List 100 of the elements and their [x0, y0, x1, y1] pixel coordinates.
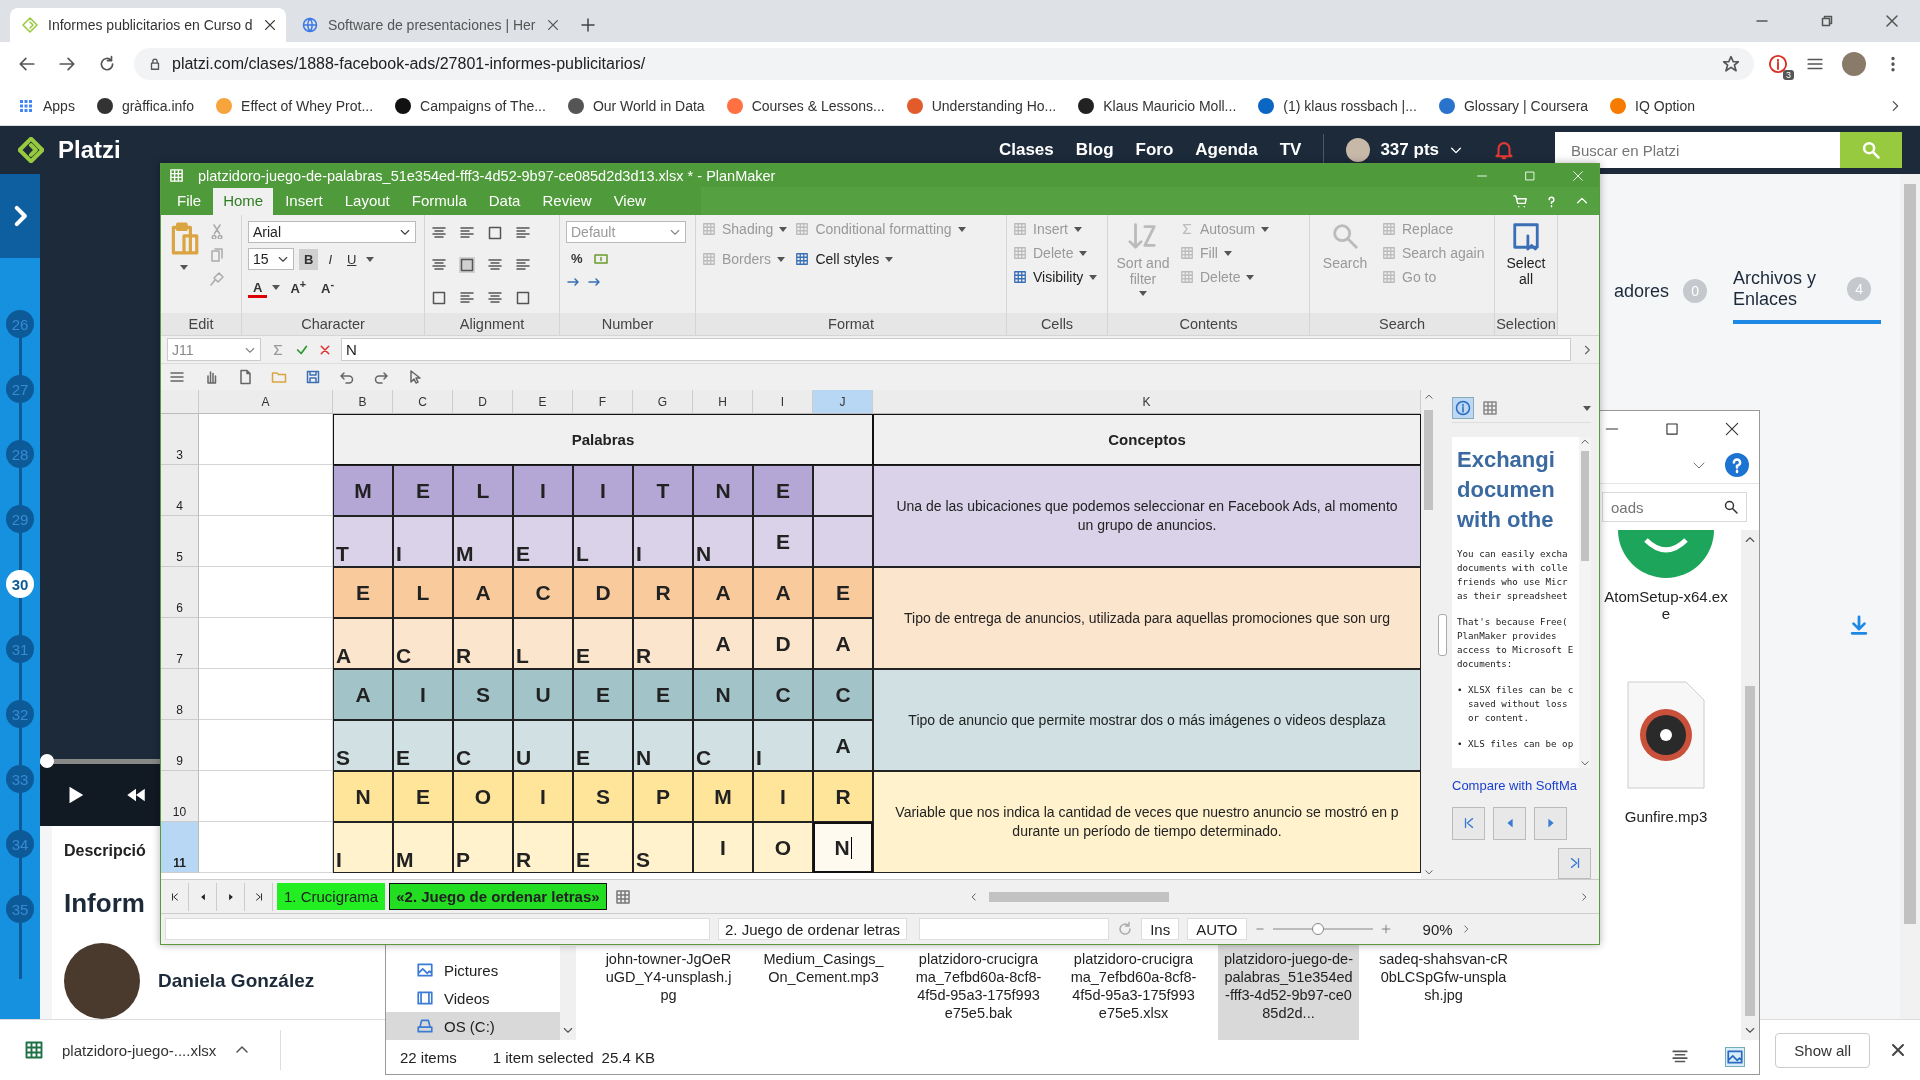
maximize-icon[interactable]	[1663, 420, 1681, 438]
cancel-icon[interactable]	[319, 343, 331, 356]
file-item[interactable]: sadeq-shahsvan-cR0bLCSpGfw-unsplash.jpg	[1373, 944, 1514, 1040]
column-header[interactable]: K	[873, 390, 1421, 414]
scroll-thumb[interactable]	[1745, 686, 1755, 1016]
align-icon[interactable]	[515, 225, 531, 241]
logo-icon[interactable]	[18, 137, 44, 163]
info-tab[interactable]	[1452, 397, 1474, 420]
column-header[interactable]: J	[813, 390, 873, 414]
row-header[interactable]: 8	[161, 669, 199, 720]
close-icon[interactable]	[545, 18, 560, 32]
doc-icon[interactable]	[237, 369, 253, 385]
function-icon[interactable]	[271, 342, 285, 357]
pointer-icon[interactable]	[407, 369, 423, 385]
splitter-handle[interactable]	[1437, 613, 1447, 656]
calc-mode[interactable]: AUTO	[1187, 918, 1247, 940]
scroll-left-icon[interactable]	[969, 891, 979, 902]
content-tab[interactable]: Archivos y Enlaces 4	[1733, 264, 1882, 324]
row-header[interactable]: 6	[161, 567, 199, 618]
formula-field[interactable]: N	[341, 338, 1571, 361]
nav-link[interactable]: TV	[1279, 140, 1302, 160]
file-item[interactable]: platzidoro-crucigrama_7efbd60a-8cf8-4f5d-95a3-175f993e75e5.bak	[908, 944, 1049, 1040]
nav-item[interactable]: OS (C:)	[386, 1012, 560, 1040]
scroll-up-icon[interactable]	[1423, 392, 1434, 402]
cart-icon[interactable]	[1513, 193, 1528, 209]
description-tab[interactable]: Descripció	[64, 842, 146, 860]
sheet-tab[interactable]: 1. Crucigrama	[277, 883, 386, 910]
file-item[interactable]: john-towner-JgOeRuGD_Y4-unsplash.jpg	[598, 944, 739, 1040]
author-name[interactable]: Daniela González	[158, 970, 315, 992]
bookmark[interactable]: IQ Option	[1610, 97, 1696, 114]
bookmark[interactable]: Apps	[18, 97, 75, 114]
logo-text[interactable]: Platzi	[58, 136, 121, 164]
nav-link[interactable]: Clases	[998, 140, 1054, 160]
progress-thumb[interactable]	[40, 754, 54, 768]
align-icon[interactable]	[459, 289, 475, 306]
menu-tab[interactable]: Home	[213, 188, 274, 215]
bookmark[interactable]: Klaus Mauricio Moll...	[1078, 97, 1237, 114]
scroll-thumb[interactable]	[1581, 451, 1589, 562]
align-icon[interactable]	[431, 289, 447, 306]
bookmark[interactable]: Understanding Ho...	[906, 97, 1057, 114]
save-icon[interactable]	[305, 369, 321, 385]
lesson-number[interactable]: 30	[6, 570, 34, 598]
compare-link[interactable]: Compare with SoftMa	[1452, 777, 1577, 793]
scroll-thumb[interactable]	[1904, 184, 1916, 924]
insert-mode[interactable]: Ins	[1141, 918, 1180, 940]
previous-button[interactable]	[1493, 806, 1526, 840]
close-icon[interactable]	[1723, 420, 1741, 438]
ribbon-button[interactable]: Visibility	[1013, 269, 1098, 285]
align-icon[interactable]	[487, 289, 503, 306]
row-header[interactable]: 3	[161, 414, 199, 465]
bookmark[interactable]: (1) klaus rossbach |...	[1258, 97, 1417, 114]
avatar[interactable]	[1842, 52, 1866, 76]
zoom-slider[interactable]	[1311, 923, 1324, 935]
nav-link[interactable]: Foro	[1135, 140, 1174, 160]
next-button[interactable]	[1534, 806, 1567, 840]
format-button[interactable]: I	[323, 248, 337, 270]
caret-icon[interactable]	[180, 265, 188, 270]
size-select[interactable]: 15	[248, 248, 294, 270]
ribbon-button[interactable]: Cell styles	[795, 251, 966, 267]
align-icon[interactable]	[487, 225, 503, 241]
close-icon[interactable]	[1884, 13, 1900, 29]
align-icon[interactable]	[515, 289, 531, 306]
nav-item[interactable]: Pictures	[386, 956, 560, 984]
download-icon[interactable]	[1848, 614, 1870, 636]
thumbnail-view-icon[interactable]	[1725, 1047, 1745, 1067]
column-header[interactable]: G	[633, 390, 693, 414]
scrollbar[interactable]	[1579, 437, 1591, 768]
file-item[interactable]: Gunfire.mp3	[1601, 680, 1731, 825]
show-all-button[interactable]: Show all	[1775, 1032, 1870, 1068]
menu-icon[interactable]	[169, 369, 185, 385]
caret-icon[interactable]	[366, 256, 375, 262]
row-header[interactable]: 10	[161, 771, 199, 822]
ribbon-button[interactable]: Select all	[1501, 221, 1551, 313]
redo-icon[interactable]	[373, 369, 389, 385]
help-icon[interactable]	[1725, 453, 1749, 477]
extension-icon[interactable]	[1768, 54, 1788, 74]
last-button[interactable]	[1558, 847, 1591, 879]
corner-cell[interactable]	[161, 390, 199, 414]
format-button[interactable]: B	[299, 248, 319, 270]
scroll-thumb[interactable]	[989, 891, 1169, 902]
star-icon[interactable]	[1722, 55, 1740, 73]
maximize-icon[interactable]	[1523, 168, 1537, 183]
first-button[interactable]	[1452, 806, 1485, 840]
nav-link[interactable]: Agenda	[1195, 140, 1258, 160]
format-button[interactable]: U	[342, 248, 362, 270]
forward-icon[interactable]	[58, 55, 76, 73]
row-header[interactable]: 4	[161, 465, 199, 516]
row-header[interactable]: 9	[161, 720, 199, 771]
restore-icon[interactable]	[1819, 13, 1835, 29]
scrollbar[interactable]	[1741, 530, 1759, 1040]
column-header[interactable]: F	[573, 390, 633, 414]
shrink-font-button[interactable]: A$^{-}$	[316, 275, 340, 300]
file-item[interactable]: platzidoro-juego-de-palabras_51e354ed-fff3-4d52-9b97-ce085d2d...	[1218, 944, 1359, 1040]
column-header[interactable]: D	[453, 390, 513, 414]
download-item[interactable]: platzidoro-juego-....xlsx	[24, 1030, 282, 1070]
bookmark[interactable]: Campaigns of The...	[395, 97, 546, 114]
sidebar-toggle[interactable]	[0, 174, 40, 258]
sheet-tab[interactable]: «2. Juego de ordenar letras»	[389, 883, 607, 910]
avatar[interactable]	[1346, 138, 1371, 162]
undo-icon[interactable]	[339, 369, 355, 385]
